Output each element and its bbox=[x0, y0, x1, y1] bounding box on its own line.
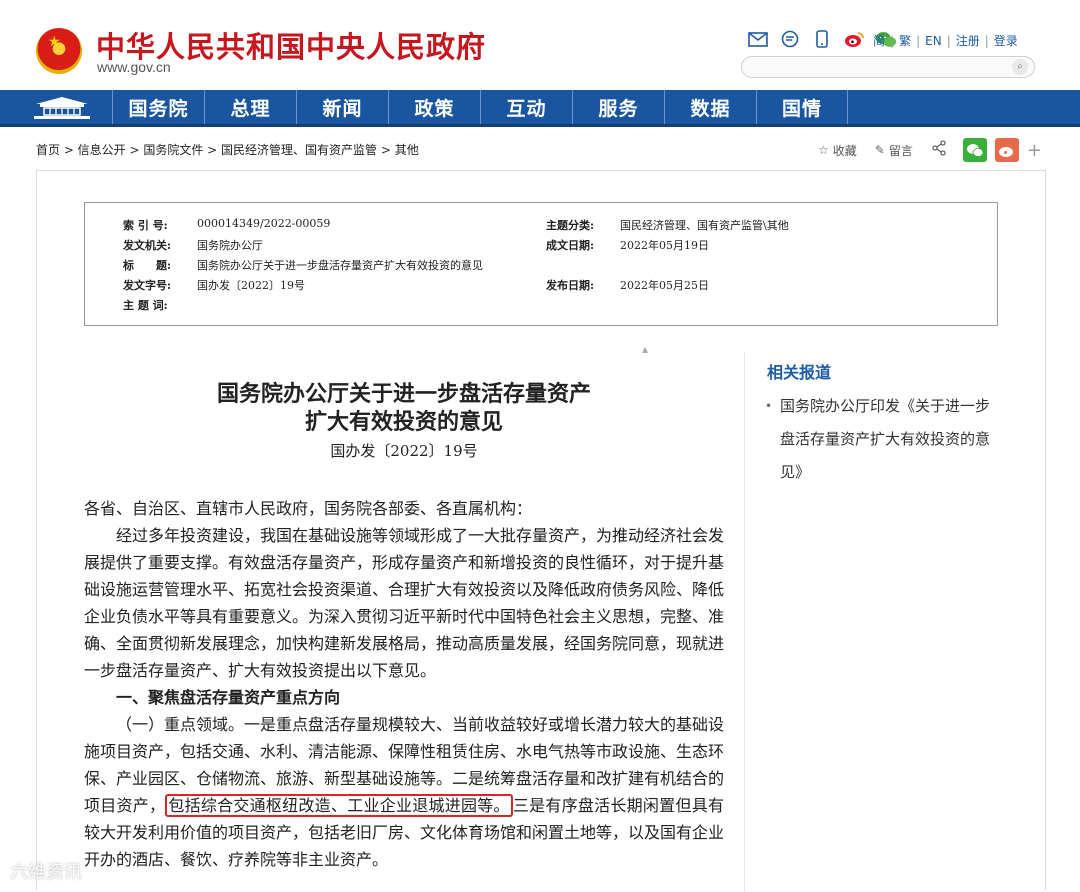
mobile-icon[interactable] bbox=[811, 29, 833, 49]
document-title-line: 国务院办公厅关于进一步盘活存量资产 bbox=[216, 381, 591, 407]
lang-english-link[interactable]: EN bbox=[925, 34, 942, 48]
breadcrumb[interactable]: 首页 > 信息公开 > 国务院文件 > 国民经济管理、国有资产监管 > 其他 bbox=[36, 141, 419, 158]
home-gate-icon[interactable] bbox=[30, 94, 94, 122]
site-header: ★ 中华人民共和国中央人民政府 www.gov.cn 简 | 繁 | EN | … bbox=[0, 0, 1080, 90]
nav-item-policy[interactable]: 政策 bbox=[388, 90, 480, 124]
comment-label: 留言 bbox=[888, 143, 913, 158]
search-input[interactable]: ⌕ bbox=[741, 56, 1035, 78]
comment-button[interactable]: ✎ 留言 bbox=[875, 142, 913, 159]
message-icon[interactable] bbox=[779, 29, 801, 49]
nav-item-interaction[interactable]: 互动 bbox=[480, 90, 572, 124]
nav-items: 国务院 总理 新闻 政策 互动 服务 数据 国情 bbox=[112, 90, 848, 124]
article-tools: ☆ 收藏 ✎ 留言 + bbox=[818, 138, 1042, 162]
document-body: 各省、自治区、直辖市人民政府，国务院各部委、各直属机构： 经过多年投资建设，我国… bbox=[84, 495, 724, 873]
meta-row-index: 索 引 号: 000014349/2022-00059 bbox=[123, 217, 330, 233]
site-url[interactable]: www.gov.cn bbox=[97, 59, 171, 75]
share-wechat-icon[interactable] bbox=[962, 138, 987, 162]
sidebar-title: 相关报道 bbox=[767, 363, 832, 382]
meta-value: 国务院办公厅 bbox=[197, 239, 263, 252]
share-icon[interactable] bbox=[931, 140, 947, 160]
watermark: 六维资讯 bbox=[10, 862, 82, 883]
meta-label: 发文字号: bbox=[123, 279, 172, 292]
login-link[interactable]: 登录 bbox=[994, 32, 1018, 49]
pencil-icon: ✎ bbox=[874, 143, 885, 157]
nav-item-data[interactable]: 数据 bbox=[664, 90, 756, 124]
meta-label: 索 引 号: bbox=[123, 219, 168, 232]
meta-label: 成文日期: bbox=[546, 239, 595, 252]
meta-label: 发文机关: bbox=[123, 239, 172, 252]
favorite-button[interactable]: ☆ 收藏 bbox=[818, 142, 857, 159]
national-emblem-icon[interactable]: ★ bbox=[36, 28, 82, 74]
main-nav: 国务院 总理 新闻 政策 互动 服务 数据 国情 bbox=[0, 90, 1080, 127]
search-icon[interactable]: ⌕ bbox=[1012, 59, 1028, 75]
meta-label: 标 题: bbox=[123, 259, 172, 272]
divider: | bbox=[946, 33, 951, 48]
weibo-icon[interactable] bbox=[843, 29, 865, 49]
meta-row-keywords: 主 题 词: bbox=[123, 297, 197, 313]
language-links: 简 | 繁 | EN | 注册 | 登录 bbox=[873, 32, 1018, 49]
meta-row-docno: 发文字号: 国办发〔2022〕19号 bbox=[123, 277, 305, 293]
related-news-link[interactable]: • 国务院办公厅印发《关于进一步盘活存量资产扩大有效投资的意见》 bbox=[765, 390, 995, 489]
divider: | bbox=[984, 33, 989, 48]
meta-row-title: 标 题: 国务院办公厅关于进一步盘活存量资产扩大有效投资的意见 bbox=[123, 257, 483, 273]
nav-item-national-info[interactable]: 国情 bbox=[756, 90, 848, 124]
nav-item-news[interactable]: 新闻 bbox=[296, 90, 388, 124]
star-outline-icon: ☆ bbox=[818, 143, 829, 157]
divider: | bbox=[916, 33, 921, 48]
meta-label: 主题分类: bbox=[546, 219, 595, 232]
document-number: 国办发〔2022〕19号 bbox=[330, 442, 478, 460]
share-weibo-icon[interactable] bbox=[994, 138, 1019, 162]
more-share-icon[interactable]: + bbox=[1027, 140, 1042, 161]
meta-row-publish: 发布日期: 2022年05月25日 bbox=[546, 277, 709, 293]
document-title-line: 扩大有效投资的意见 bbox=[304, 409, 503, 435]
related-news-sidebar: 相关报道 • 国务院办公厅印发《关于进一步盘活存量资产扩大有效投资的意见》 bbox=[744, 352, 1004, 892]
meta-value: 国办发〔2022〕19号 bbox=[197, 279, 305, 292]
meta-row-date: 成文日期: 2022年05月19日 bbox=[546, 237, 709, 253]
divider-mark: ▲ bbox=[642, 345, 649, 354]
meta-value: 000014349/2022-00059 bbox=[197, 217, 331, 230]
divider: | bbox=[890, 33, 895, 48]
lang-traditional-link[interactable]: 繁 bbox=[899, 32, 911, 49]
favorite-label: 收藏 bbox=[832, 143, 857, 158]
nav-item-premier[interactable]: 总理 bbox=[204, 90, 296, 124]
meta-row-issuer: 发文机关: 国务院办公厅 bbox=[123, 237, 263, 253]
nav-item-services[interactable]: 服务 bbox=[572, 90, 664, 124]
mail-icon[interactable] bbox=[747, 29, 769, 49]
register-link[interactable]: 注册 bbox=[956, 32, 980, 49]
document-metadata-table: 索 引 号: 000014349/2022-00059 主题分类: 国民经济管理… bbox=[84, 202, 998, 326]
meta-value: 国务院办公厅关于进一步盘活存量资产扩大有效投资的意见 bbox=[197, 259, 483, 272]
meta-value: 国民经济管理、国有资产监管\其他 bbox=[620, 219, 789, 232]
highlighted-text: 包括综合交通枢纽改造、工业企业退城进园等。 bbox=[165, 794, 513, 817]
bullet-icon: • bbox=[765, 399, 773, 413]
paragraph: 经过多年投资建设，我国在基础设施等领域形成了一大批存量资产，为推动经济社会发展提… bbox=[84, 526, 725, 680]
nav-item-state-council[interactable]: 国务院 bbox=[112, 90, 204, 124]
section-heading: 一、聚焦盘活存量资产重点方向 bbox=[116, 688, 341, 707]
related-news-text: 国务院办公厅印发《关于进一步盘活存量资产扩大有效投资的意见》 bbox=[780, 397, 991, 481]
meta-value: 2022年05月25日 bbox=[620, 279, 709, 292]
document-title: 国务院办公厅关于进一步盘活存量资产 扩大有效投资的意见 bbox=[84, 380, 724, 436]
star-icon: ★ bbox=[48, 34, 61, 50]
meta-value: 2022年05月19日 bbox=[620, 239, 709, 252]
lang-simplified-link[interactable]: 简 bbox=[873, 32, 885, 49]
meta-row-topic: 主题分类: 国民经济管理、国有资产监管\其他 bbox=[546, 217, 789, 233]
meta-label: 发布日期: bbox=[546, 279, 595, 292]
salutation: 各省、自治区、直辖市人民政府，国务院各部委、各直属机构： bbox=[84, 499, 533, 518]
meta-label: 主 题 词: bbox=[123, 299, 168, 312]
paragraph: （一）重点领域。一是重点盘活存量规模较大、当前收益较好或增长潜力较大的基础设施项… bbox=[84, 711, 724, 873]
